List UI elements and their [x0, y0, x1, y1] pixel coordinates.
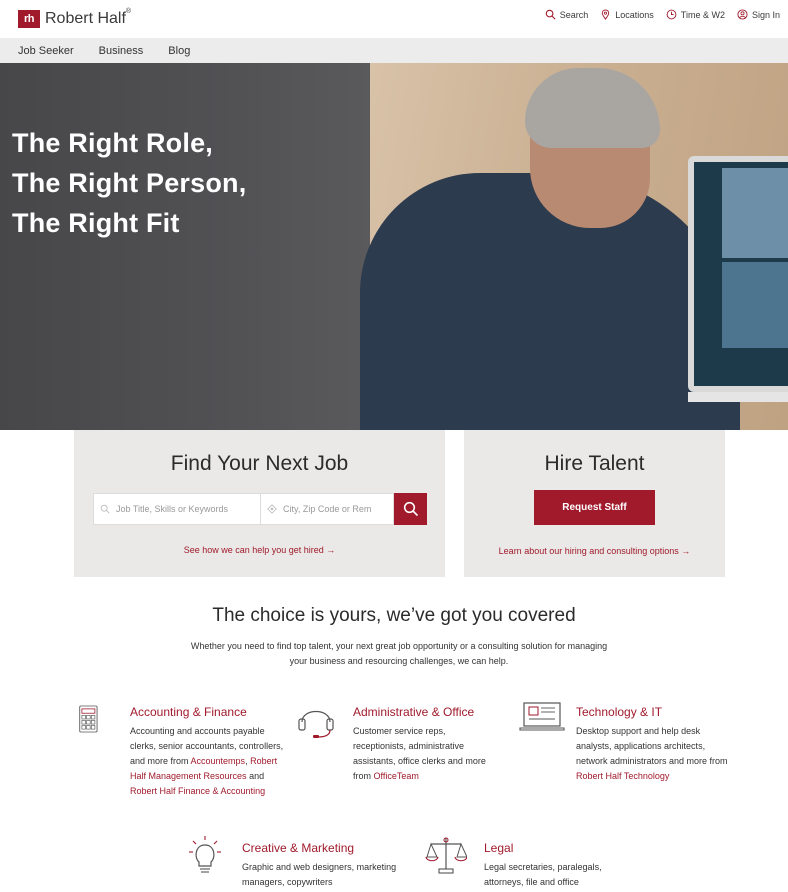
request-staff-button[interactable]: Request Staff [534, 490, 655, 525]
utility-nav: Search Locations Time & W2 Sign In [545, 9, 780, 20]
hero-headline-line-1: The Right Role, [12, 128, 213, 158]
hero-headline-line-3: The Right Fit [12, 208, 180, 238]
officeteam-link[interactable]: OfficeTeam [374, 771, 419, 781]
clock-icon [666, 9, 677, 20]
accountemps-link[interactable]: Accountemps [191, 756, 246, 766]
robert-half-logo[interactable]: rh Robert Half® [18, 8, 132, 28]
legal-title[interactable]: Legal [484, 841, 513, 855]
search-icon [100, 504, 110, 514]
util-search-label: Search [559, 9, 589, 20]
hire-talent-title: Hire Talent [544, 452, 645, 475]
audience-nav: Job Seeker Business Blog [0, 38, 788, 63]
laptop-icon [519, 702, 565, 731]
util-sign-in-label: Sign In [751, 9, 780, 20]
hero-background-dark [0, 63, 370, 430]
util-locations-label: Locations [615, 9, 654, 20]
video-call-tile-1 [722, 168, 788, 258]
util-time-w2-label: Time & W2 [680, 9, 725, 20]
find-job-card: Find Your Next Job Job Title, Skills or … [74, 430, 445, 577]
headset-icon [298, 710, 334, 738]
tech-title[interactable]: Technology & IT [576, 705, 662, 719]
video-call-tile-2 [722, 262, 788, 348]
hero-banner: The Right Role, The Right Person, The Ri… [0, 63, 788, 430]
admin-description: Customer service reps, receptionists, ad… [353, 726, 486, 781]
accounting-title[interactable]: Accounting & Finance [130, 705, 247, 719]
rh-logo-mark: rh [18, 10, 40, 28]
nav-job-seeker[interactable]: Job Seeker [18, 45, 74, 57]
robert-half-technology-link[interactable]: Robert Half Technology [576, 771, 669, 781]
lightbulb-icon [189, 836, 221, 873]
job-search-form: Job Title, Skills or Keywords City, Zip … [93, 493, 427, 525]
choice-description: Whether you need to find top talent, you… [190, 641, 608, 666]
hero-headline: The Right Role, The Right Person, The Ri… [12, 123, 246, 243]
location-input[interactable]: City, Zip Code or Rem [260, 493, 394, 525]
find-job-title: Find Your Next Job [170, 452, 349, 475]
creative-description: Graphic and web designers, marketing man… [242, 862, 397, 887]
hire-talent-card: Hire Talent Request Staff Learn about ou… [464, 430, 725, 577]
keyword-input[interactable]: Job Title, Skills or Keywords [93, 493, 260, 525]
legal-description: Legal secretaries, paralegals, attorneys… [484, 862, 602, 887]
search-icon [403, 501, 418, 517]
site-header: rh Robert Half® Search Locations Time & … [0, 0, 788, 38]
util-time-w2[interactable]: Time & W2 [666, 9, 725, 20]
util-search[interactable]: Search [545, 9, 589, 20]
finance-accounting-link[interactable]: Robert Half Finance & Accounting [130, 786, 265, 796]
util-sign-in[interactable]: Sign In [737, 9, 780, 20]
calculator-icon [79, 705, 98, 733]
search-icon [545, 9, 556, 20]
location-target-icon [267, 504, 277, 514]
scales-of-justice-icon [425, 837, 467, 874]
creative-title[interactable]: Creative & Marketing [242, 841, 354, 855]
hiring-options-link[interactable]: Learn about our hiring and consulting op… [464, 546, 725, 556]
nav-business[interactable]: Business [99, 45, 144, 57]
get-hired-link[interactable]: See how we can help you get hired → [74, 545, 445, 555]
location-placeholder: City, Zip Code or Rem [283, 504, 372, 514]
accounting-description: Accounting and accounts payable clerks, … [130, 726, 284, 796]
location-pin-icon [602, 9, 610, 20]
user-icon [737, 9, 748, 20]
tech-description: Desktop support and help desk analysts, … [576, 726, 728, 781]
admin-title[interactable]: Administrative & Office [353, 705, 474, 719]
keyword-placeholder: Job Title, Skills or Keywords [116, 504, 229, 514]
nav-blog[interactable]: Blog [168, 45, 190, 57]
brand-name: Robert Half® [45, 8, 132, 27]
choice-heading: The choice is yours, we’ve got you cover… [212, 605, 576, 626]
hero-headline-line-2: The Right Person, [12, 168, 247, 198]
util-locations[interactable]: Locations [600, 9, 654, 20]
job-search-button[interactable] [394, 493, 427, 525]
hero-monitor-base [688, 392, 788, 402]
